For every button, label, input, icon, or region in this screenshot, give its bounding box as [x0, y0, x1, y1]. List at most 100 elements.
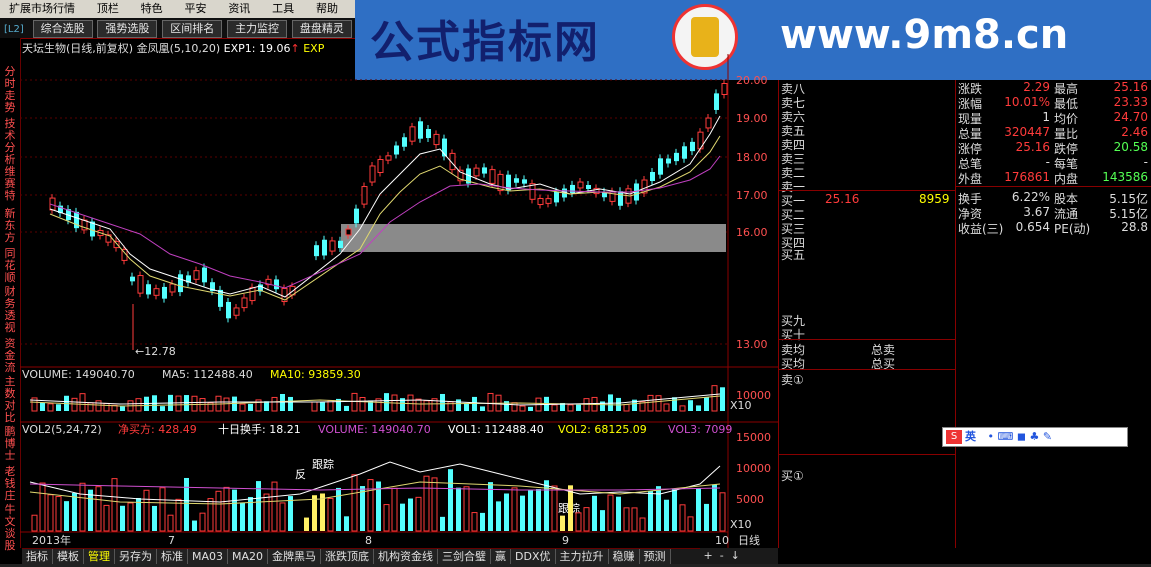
vol2-bar [712, 484, 717, 531]
candle-body [426, 128, 431, 139]
menu-item-tools[interactable]: 工具 [263, 0, 303, 18]
candle-body [249, 286, 256, 302]
candle-body [274, 279, 279, 290]
date-mode[interactable]: 日线 [738, 533, 760, 547]
vtab-laoqianzhuang[interactable]: 老钱庄 [2, 466, 18, 502]
candle-body [233, 307, 240, 316]
bottom-tab[interactable]: DDX优 [511, 549, 556, 564]
candle-body [202, 267, 207, 283]
tab-strong-stocks[interactable]: 强势选股 [97, 20, 158, 38]
vtab-compare[interactable]: 主数对比 [2, 376, 18, 424]
buy5-label: 买五 [781, 248, 806, 262]
menu-item-extended[interactable]: 扩展市场行情 [0, 0, 84, 18]
bottom-tab[interactable]: 模板 [53, 549, 84, 564]
vol2-bar [327, 497, 334, 532]
tab-stock-picker[interactable]: 综合选股 [32, 20, 93, 38]
candle-body [482, 167, 487, 174]
vtab-finance[interactable]: 财务透视 [2, 286, 18, 334]
quote-label: 外盘 [958, 172, 983, 186]
tab-main-monitor[interactable]: 主力监控 [227, 20, 288, 38]
bottom-tab[interactable]: 金牌黑马 [268, 549, 322, 564]
buy1-volume: 8959 [919, 192, 950, 206]
vol2-bar [95, 486, 102, 532]
quote-value: 143586 [1102, 170, 1148, 184]
vtab-tonghuashun[interactable]: 同花顺 [2, 248, 18, 284]
vtab-weisaite[interactable]: 维赛特 [2, 166, 18, 202]
vol2-bar [31, 514, 38, 532]
candle-body [721, 83, 728, 95]
volume-bar [511, 402, 518, 412]
kline-chart[interactable]: 20.00 19.00 18.00 17.00 16.00 13.00 ←12.… [20, 54, 778, 548]
vol2-bar [79, 482, 86, 532]
candle-body [682, 146, 687, 159]
candle-body [537, 197, 544, 206]
vol2-jingmai: 净买方: 428.49 [118, 422, 197, 436]
menu-item-pingan[interactable]: 平安 [175, 0, 215, 18]
vtab-pengboshi[interactable]: 鹏博士 [2, 426, 18, 462]
vol2-bar [631, 507, 638, 532]
bottom-tab[interactable]: 预测 [639, 549, 671, 564]
volume-bar [264, 401, 269, 411]
vol2-bar [664, 499, 669, 531]
vol2-bar [288, 496, 293, 531]
vtab-technical[interactable]: 技术分析 [2, 118, 18, 166]
vol2-bar [304, 517, 309, 531]
bottom-tab[interactable]: 另存为 [115, 549, 157, 564]
candle-body [690, 141, 695, 152]
price-grid [20, 79, 728, 345]
vtab-capital-flow[interactable]: 资金流 [2, 338, 18, 374]
vol2-bar [496, 501, 501, 531]
vol2-bar [360, 486, 365, 531]
vol2-bar [47, 494, 54, 532]
tab-genie[interactable]: 盘盘精灵 [291, 20, 352, 38]
order-book: 卖八 卖七 卖六 卖五 卖四 卖三 卖二 卖一 买一 25.16 8959 买二… [778, 80, 955, 548]
menu-item-help[interactable]: 帮助 [307, 0, 347, 18]
candle-body [146, 284, 151, 295]
volume-bar [288, 396, 293, 411]
vol2-bars [31, 469, 726, 532]
candle-body [522, 179, 527, 184]
volume-bar [519, 405, 526, 412]
vtab-new-oriental[interactable]: 新东方 [2, 208, 18, 244]
bottom-tab[interactable]: 机构资金线 [374, 549, 439, 564]
tab-range-rank[interactable]: 区间排名 [162, 20, 223, 38]
bottom-tab[interactable]: MA03 [188, 549, 229, 564]
bottom-tab[interactable]: 主力拉升 [555, 549, 609, 564]
candle-body [618, 191, 623, 206]
bottom-tab[interactable]: 标准 [157, 549, 188, 564]
bottom-tab[interactable]: 赢 [491, 549, 512, 564]
vol2-bar [136, 497, 141, 531]
menu-item-topbar[interactable]: 顶栏 [88, 0, 128, 18]
ma-line-yellow [49, 135, 721, 301]
bottom-tab[interactable]: MA20 [228, 549, 269, 564]
vol2-bar [103, 504, 110, 532]
vol2-bar [127, 502, 134, 532]
ime-toolbar[interactable]: S英 • ⌨ ◼ ♣ ✎ [942, 427, 1128, 447]
ime-lang[interactable]: 英 [965, 430, 976, 443]
bottom-tab[interactable]: 三剑合璧 [438, 549, 492, 564]
candle-body [489, 169, 496, 184]
menu-item-news[interactable]: 资讯 [219, 0, 259, 18]
scroll-controls[interactable]: + - ↓ [700, 548, 778, 564]
quote-value: 6.22% [1011, 190, 1050, 204]
volume-bar [504, 401, 509, 411]
volume-bar [487, 392, 494, 412]
volume-bar [464, 402, 469, 411]
banner-url: www.9m8.cn [780, 12, 1069, 58]
volume-bar [423, 400, 430, 412]
quote-value: 0.654 [1015, 220, 1050, 234]
vtab-niuwen[interactable]: 牛文谈股 [2, 504, 18, 552]
volume-bar [663, 403, 670, 412]
bottom-tab[interactable]: 稳赚 [608, 549, 640, 564]
ime-tools-icons[interactable]: • ⌨ ◼ ♣ ✎ [988, 430, 1053, 443]
bottom-tab[interactable]: 管理 [84, 549, 115, 564]
volume-bar [175, 395, 182, 412]
volume-bar [655, 395, 662, 412]
bottom-tab[interactable]: 涨跌顶底 [321, 549, 375, 564]
menu-item-features[interactable]: 特色 [132, 0, 172, 18]
candle-body [369, 165, 376, 183]
vol2-bar [448, 469, 453, 531]
candle-body [658, 158, 663, 175]
bottom-tab[interactable]: 指标 [22, 549, 53, 564]
vtab-intraday[interactable]: 分时走势 [2, 66, 18, 114]
